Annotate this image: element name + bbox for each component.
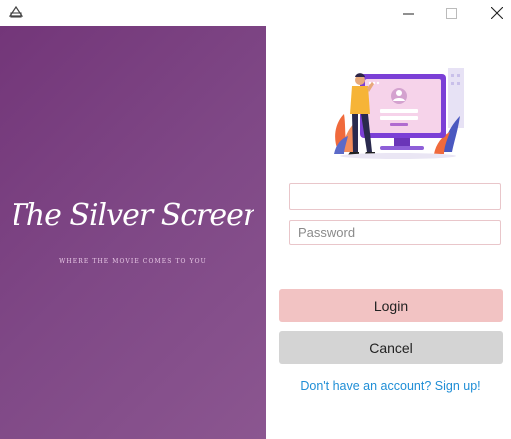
brand-logo: The Silver Screen [7, 181, 262, 239]
brand-logo-text: The Silver Screen [14, 198, 254, 233]
maximize-icon [445, 7, 457, 19]
cancel-button[interactable]: Cancel [279, 331, 503, 364]
password-field[interactable] [289, 220, 501, 245]
app-logo-icon [8, 4, 24, 20]
brand-panel: The Silver Screen WHERE THE MOVIE COMES … [0, 26, 266, 439]
brand-tagline: WHERE THE MOVIE COMES TO YOU [59, 258, 207, 265]
minimize-button[interactable] [385, 0, 431, 26]
login-illustration-icon [330, 56, 470, 166]
username-field[interactable] [289, 183, 501, 210]
title-bar [0, 0, 511, 26]
close-icon [491, 7, 503, 19]
close-button[interactable] [474, 0, 511, 26]
minimize-icon [402, 8, 414, 19]
signup-link[interactable]: Don't have an account? Sign up! [270, 379, 511, 393]
maximize-button[interactable] [428, 0, 474, 26]
login-button[interactable]: Login [279, 289, 503, 322]
